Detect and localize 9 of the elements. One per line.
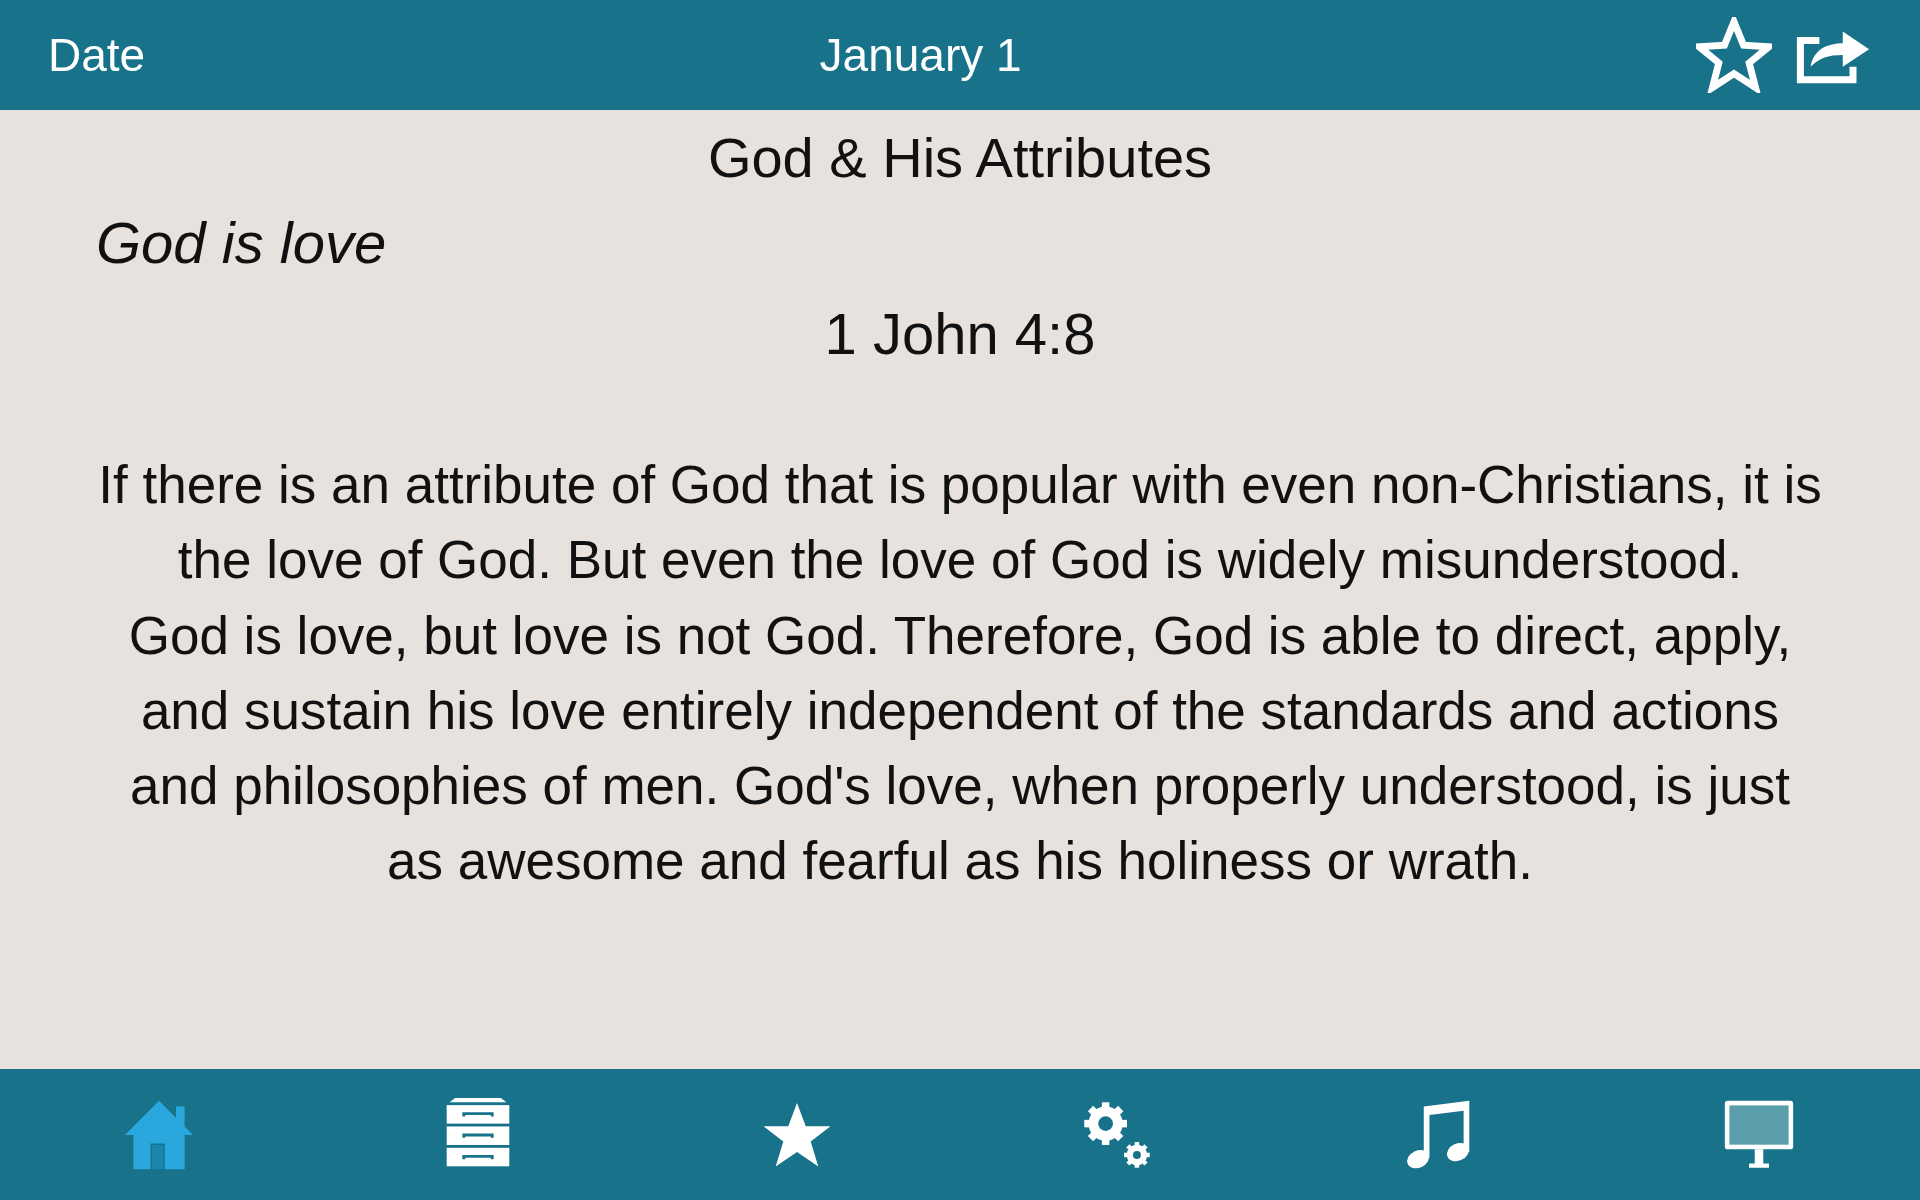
devotional-paragraph: God is love, but love is not God. Therefore, God is able to direct, apply, and sustain his love entirely independent of the standards and actions and philosophies of men. God's love, when properly understood, is just as awesome and fearful as his holiness or wrath. (127, 604, 1793, 893)
devotional-paragraph: If there is an attribute of God that is popular with even non-Christians, it is the love of God. But even the love of God is widely misunderstood. (97, 454, 1823, 592)
heading: God & His Attributes (706, 125, 1214, 191)
back-button[interactable]: Date (48, 20, 146, 90)
theme-text: God is love (96, 209, 388, 278)
date-title: January 1 (819, 27, 1022, 83)
scripture-reference: 1 John 4:8 (823, 300, 1097, 369)
star-outline-icon (1696, 17, 1772, 93)
favorite-button[interactable] (1696, 17, 1772, 93)
